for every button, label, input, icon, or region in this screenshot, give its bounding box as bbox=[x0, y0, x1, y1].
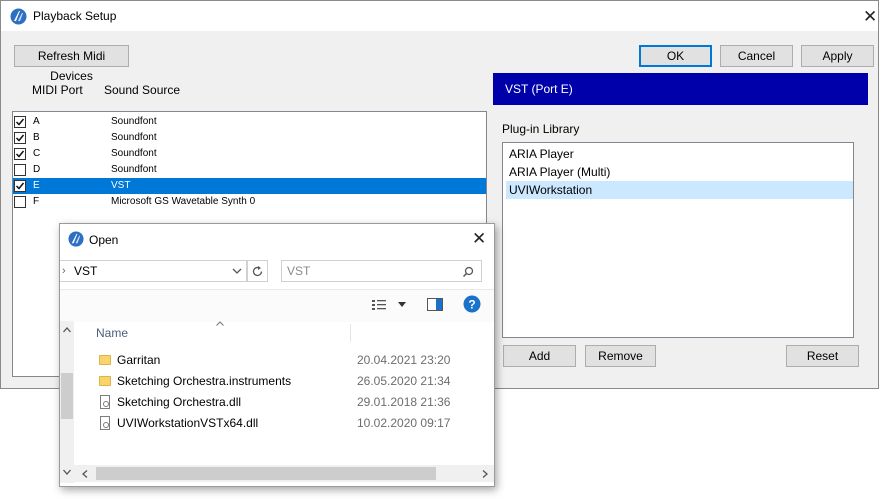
port-letter: F bbox=[33, 196, 40, 207]
vertical-scrollbar[interactable] bbox=[60, 321, 74, 483]
port-enabled-checkbox[interactable] bbox=[14, 132, 26, 144]
folder-icon bbox=[99, 376, 111, 386]
sound-source: VST bbox=[111, 180, 131, 191]
sound-source-header: Sound Source bbox=[104, 83, 181, 97]
title-bar: Playback Setup ✕ bbox=[1, 1, 878, 31]
port-letter: C bbox=[33, 148, 41, 159]
dialog-title: Open bbox=[89, 233, 119, 247]
folder-icon bbox=[99, 355, 111, 365]
port-enabled-checkbox[interactable] bbox=[14, 148, 26, 160]
open-file-dialog: Open ✕ › VST VST ? Name Garritan 20.04.2… bbox=[59, 223, 495, 487]
scroll-down-icon[interactable] bbox=[63, 469, 71, 475]
file-name: UVIWorkstationVSTx64.dll bbox=[117, 416, 259, 430]
file-row[interactable]: Sketching Orchestra.dll 29.01.2018 21:36 bbox=[96, 392, 476, 413]
scroll-up-icon[interactable] bbox=[63, 327, 71, 333]
window-title: Playback Setup bbox=[33, 9, 117, 23]
add-button[interactable]: Add bbox=[503, 345, 576, 367]
file-name: Sketching Orchestra.dll bbox=[117, 395, 242, 409]
file-name: Garritan bbox=[117, 353, 161, 367]
file-date: 26.05.2020 21:34 bbox=[357, 374, 451, 388]
plugin-item[interactable]: ARIA Player (Multi) bbox=[506, 163, 853, 181]
search-placeholder: VST bbox=[287, 264, 311, 278]
vst-port-header: VST (Port E) bbox=[493, 73, 868, 105]
apply-button[interactable]: Apply bbox=[801, 45, 874, 67]
plugin-library-list[interactable]: ARIA Player ARIA Player (Multi) UVIWorksta… bbox=[502, 142, 854, 338]
refresh-midi-devices-button[interactable]: Refresh Midi Devices bbox=[14, 45, 129, 83]
cancel-button[interactable]: Cancel bbox=[720, 45, 793, 67]
sound-source: Microsoft GS Wavetable Synth 0 bbox=[111, 196, 256, 207]
port-row[interactable]: B Soundfont bbox=[13, 130, 486, 146]
vertical-scroll-thumb[interactable] bbox=[61, 373, 73, 419]
checkmark-icon bbox=[15, 118, 25, 126]
chevron-down-icon[interactable] bbox=[232, 268, 242, 275]
port-letter: D bbox=[33, 164, 41, 175]
svg-text:?: ? bbox=[468, 298, 475, 312]
horizontal-scrollbar[interactable] bbox=[74, 465, 494, 482]
port-row[interactable]: D Soundfont bbox=[13, 162, 486, 178]
midi-port-header: MIDI Port bbox=[32, 83, 83, 97]
dialog-toolbar: ? bbox=[60, 289, 494, 322]
help-icon[interactable]: ? bbox=[463, 295, 481, 313]
port-enabled-checkbox[interactable] bbox=[14, 180, 26, 192]
file-date: 20.04.2021 23:20 bbox=[357, 353, 451, 367]
file-row[interactable]: UVIWorkstationVSTx64.dll 10.02.2020 09:17 bbox=[96, 413, 476, 434]
file-date: 29.01.2018 21:36 bbox=[357, 395, 451, 409]
sound-source: Soundfont bbox=[111, 164, 157, 175]
port-enabled-checkbox[interactable] bbox=[14, 116, 26, 128]
port-enabled-checkbox[interactable] bbox=[14, 196, 26, 208]
port-row[interactable]: E VST bbox=[13, 178, 486, 194]
preview-pane-icon[interactable] bbox=[427, 298, 443, 311]
sort-ascending-icon bbox=[216, 321, 224, 326]
sound-source: Soundfont bbox=[111, 116, 157, 127]
dll-file-icon bbox=[100, 395, 110, 409]
sound-source: Soundfont bbox=[111, 132, 157, 143]
address-path: VST bbox=[74, 264, 98, 278]
port-row[interactable]: C Soundfont bbox=[13, 146, 486, 162]
search-icon bbox=[462, 266, 474, 278]
scroll-right-icon[interactable] bbox=[482, 470, 488, 478]
sound-source: Soundfont bbox=[111, 148, 157, 159]
port-letter: E bbox=[33, 180, 40, 191]
app-logo-icon bbox=[10, 8, 27, 25]
remove-button[interactable]: Remove bbox=[585, 345, 656, 367]
plugin-library-label: Plug-in Library bbox=[502, 122, 580, 136]
refresh-icon bbox=[252, 266, 263, 277]
app-logo-icon bbox=[68, 231, 84, 247]
port-row[interactable]: F Microsoft GS Wavetable Synth 0 bbox=[13, 194, 486, 210]
file-row[interactable]: Garritan 20.04.2021 23:20 bbox=[96, 350, 476, 371]
plugin-item[interactable]: UVIWorkstation bbox=[506, 181, 853, 199]
checkmark-icon bbox=[15, 182, 25, 190]
port-letter: A bbox=[33, 116, 40, 127]
port-enabled-checkbox[interactable] bbox=[14, 164, 26, 176]
port-letter: B bbox=[33, 132, 40, 143]
dialog-close-icon[interactable]: ✕ bbox=[472, 230, 486, 247]
address-bar[interactable]: › VST bbox=[60, 260, 247, 282]
checkmark-icon bbox=[15, 150, 25, 158]
file-row[interactable]: Sketching Orchestra.instruments 26.05.202… bbox=[96, 371, 476, 392]
file-date: 10.02.2020 09:17 bbox=[357, 416, 451, 430]
plugin-item[interactable]: ARIA Player bbox=[506, 145, 853, 163]
search-field[interactable]: VST bbox=[281, 260, 482, 282]
breadcrumb-chevron-icon: › bbox=[62, 265, 66, 277]
scroll-left-icon[interactable] bbox=[82, 470, 88, 478]
port-row[interactable]: A Soundfont bbox=[13, 114, 486, 130]
ok-button[interactable]: OK bbox=[639, 45, 712, 67]
dll-file-icon bbox=[100, 416, 110, 430]
column-divider bbox=[350, 324, 351, 342]
name-column-header[interactable]: Name bbox=[96, 326, 128, 340]
view-dropdown-icon[interactable] bbox=[398, 302, 406, 307]
refresh-button[interactable] bbox=[247, 260, 268, 282]
file-name: Sketching Orchestra.instruments bbox=[117, 374, 292, 388]
view-options-icon[interactable] bbox=[372, 299, 390, 310]
checkmark-icon bbox=[15, 134, 25, 142]
horizontal-scroll-thumb[interactable] bbox=[96, 467, 436, 480]
close-icon[interactable]: ✕ bbox=[863, 8, 877, 25]
reset-button[interactable]: Reset bbox=[786, 345, 859, 367]
